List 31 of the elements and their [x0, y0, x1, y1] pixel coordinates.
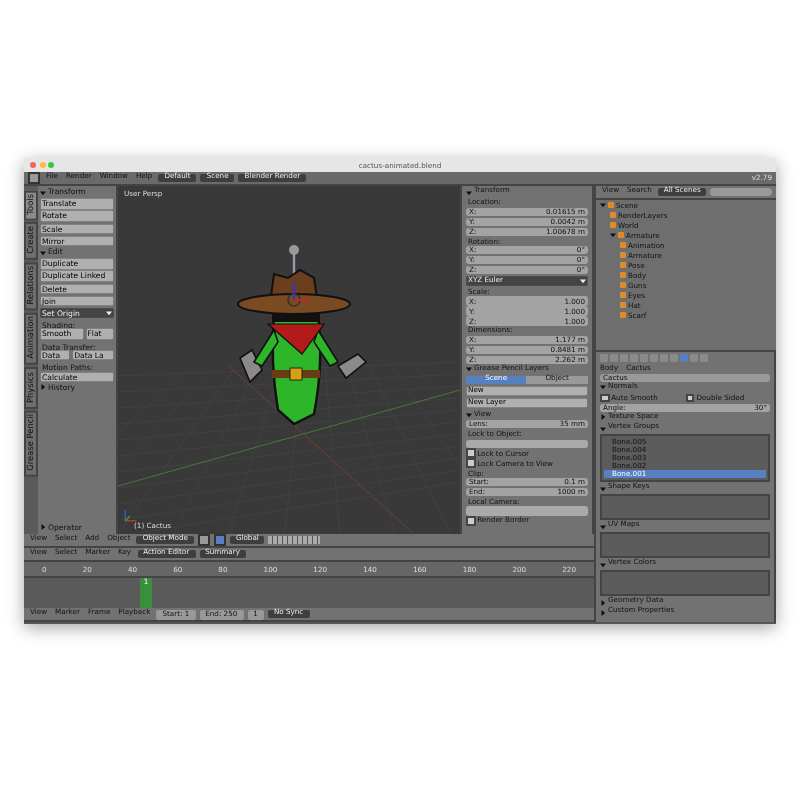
editor-type-icon[interactable] — [28, 172, 40, 184]
disclosure-triangle-icon — [600, 561, 606, 568]
shading-icon[interactable] — [197, 534, 210, 546]
disclosure-triangle-icon — [40, 524, 46, 531]
disclosure-triangle-icon — [600, 485, 606, 492]
disclosure-triangle-icon — [40, 189, 46, 196]
axis-gizmo-icon — [122, 508, 138, 524]
minimize-button[interactable] — [39, 162, 45, 168]
disclosure-triangle-icon — [40, 384, 46, 391]
zoom-button[interactable] — [48, 162, 54, 168]
disclosure-triangle-icon — [600, 523, 606, 530]
caret-icon — [106, 310, 112, 317]
disclosure-triangle-icon — [466, 366, 472, 373]
manipulator-icon[interactable] — [213, 534, 226, 546]
object-field[interactable] — [466, 439, 588, 448]
disclosure-triangle-icon — [466, 189, 472, 196]
caret-icon — [580, 278, 586, 285]
disclosure-triangle-icon — [40, 249, 46, 256]
layer-buttons[interactable] — [268, 536, 321, 544]
expand-triangle-icon[interactable] — [610, 232, 616, 238]
disclosure-triangle-icon — [600, 384, 606, 391]
expand-triangle-icon[interactable] — [600, 202, 606, 208]
object-field[interactable] — [466, 506, 588, 516]
search-field[interactable] — [710, 188, 772, 196]
checkbox[interactable] — [466, 448, 476, 459]
checkbox[interactable] — [466, 458, 476, 469]
disclosure-triangle-icon — [466, 411, 472, 418]
checkbox[interactable] — [685, 393, 695, 403]
checkbox[interactable] — [466, 516, 476, 526]
close-button[interactable] — [30, 162, 36, 168]
checkbox[interactable] — [600, 393, 610, 403]
